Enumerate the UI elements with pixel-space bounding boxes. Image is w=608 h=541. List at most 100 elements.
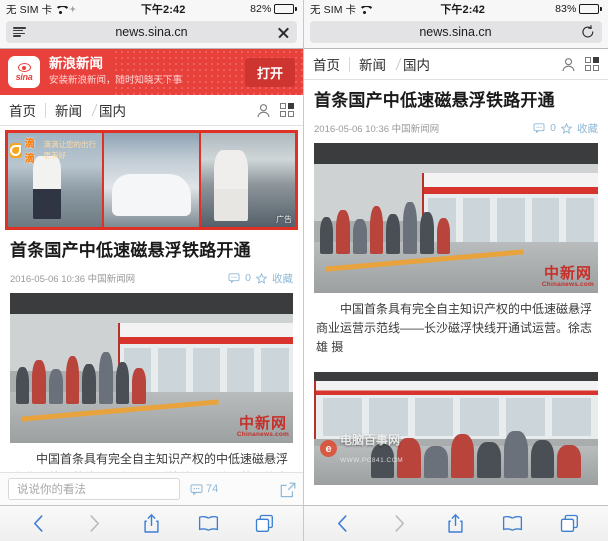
tabs-button[interactable] [252, 512, 278, 536]
url-label[interactable]: news.sina.cn [330, 25, 581, 39]
person-icon[interactable] [561, 57, 576, 72]
star-icon[interactable] [256, 272, 267, 284]
sina-logo-label: sina [15, 71, 33, 82]
forward-button[interactable] [82, 512, 108, 536]
favorite-label[interactable]: 收藏 [272, 271, 293, 286]
refresh-icon[interactable] [581, 25, 595, 39]
comment-bar: 说说你的看法 74 [0, 472, 303, 505]
page-content-right[interactable]: 首条国产中低速磁悬浮铁路开通 2016-05-06 10:36 中国新闻网 0 … [304, 80, 608, 505]
battery-percent-label: 82% [250, 3, 272, 15]
grid-menu-icon[interactable] [585, 57, 599, 71]
back-button[interactable] [25, 512, 51, 536]
app-banner-subtitle: 安装新浪新闻，随时知晓天下事 [49, 74, 183, 86]
wifi-icon [55, 5, 66, 14]
article-header: 首条国产中低速磁悬浮铁路开通 2016-05-06 10:36 中国新闻网 0 … [0, 230, 303, 293]
crowd [319, 194, 451, 254]
address-bar[interactable]: news.sina.cn [6, 21, 297, 43]
article-title: 首条国产中低速磁悬浮铁路开通 [314, 91, 555, 110]
article-title: 首条国产中低速磁悬浮铁路开通 [10, 241, 251, 260]
breadcrumb-news[interactable]: 新闻 [350, 54, 388, 74]
nav-item-home[interactable]: 首页 [9, 100, 45, 120]
crowd [15, 344, 146, 404]
star-icon[interactable] [561, 122, 572, 134]
share-button[interactable] [443, 512, 469, 536]
safari-toolbar [0, 505, 303, 541]
watermark2-sub: WWW.PC841.COM [340, 456, 404, 464]
article-photo-2[interactable]: e 电脑百事网 WWW.PC841.COM [314, 371, 598, 485]
ad-photo-3[interactable]: 广告 [200, 133, 295, 227]
ad-sponsor-label: 滴滴 [24, 139, 35, 165]
forward-button[interactable] [386, 512, 412, 536]
favorite-label[interactable]: 收藏 [577, 121, 598, 136]
breadcrumb-news[interactable]: 新闻 [46, 100, 84, 120]
breadcrumb-domestic[interactable]: 国内 [99, 100, 126, 120]
chevron-right-icon [389, 58, 402, 70]
page-content-left[interactable]: 滴滴 滴滴让您的出行更美好 广告 首条国产中低速磁悬浮铁路开通 2016-05-… [0, 126, 303, 505]
safari-address-area: news.sina.cn [304, 18, 608, 49]
grid-menu-icon[interactable] [280, 103, 294, 117]
article-date-source: 2016-05-06 10:36 中国新闻网 [10, 271, 135, 285]
stop-icon[interactable] [277, 26, 290, 39]
battery-icon [274, 4, 297, 14]
article-date: 2016-05-06 10:36 [314, 124, 390, 136]
ad-photo-2[interactable] [104, 133, 199, 227]
tabs-button[interactable] [557, 512, 583, 536]
battery-percent-label: 83% [555, 3, 577, 15]
back-button[interactable] [329, 512, 355, 536]
article-caption: 中国首条具有完全自主知识产权的中低速磁悬浮商业运营示范线——长沙磁浮快线开通试运… [316, 301, 593, 355]
pc841-badge-icon: e [320, 440, 337, 457]
watermark-main: 中新网 [238, 415, 287, 433]
address-bar[interactable]: news.sina.cn [310, 21, 602, 43]
status-bar: 无 SIM 卡 下午2:42 82% [0, 0, 303, 18]
carrier-label: 无 SIM 卡 [6, 3, 53, 16]
didi-logo-icon [10, 142, 22, 158]
comment-total: 74 [206, 483, 219, 495]
sina-logo-icon: sina [8, 56, 40, 88]
article-meta: 2016-05-06 10:36 中国新闻网 0 收藏 [10, 271, 293, 293]
status-left: 无 SIM 卡 [310, 2, 370, 17]
status-left: 无 SIM 卡 [6, 2, 77, 17]
watermark-main: 中新网 [543, 265, 592, 283]
comment-icon[interactable] [533, 123, 545, 134]
sina-app-banner[interactable]: sina 新浪新闻 安装新浪新闻，随时知晓天下事 打开 [0, 49, 303, 95]
article-photo-1[interactable]: 中新网 Chinanews.com [10, 292, 293, 443]
dual-phone-screenshot: 无 SIM 卡 下午2:42 82% news.sina.cn sina 新浪新… [0, 0, 608, 541]
article-date: 2016-05-06 10:36 [10, 274, 86, 286]
article-actions: 0 收藏 [228, 271, 293, 286]
safari-toolbar [304, 505, 608, 541]
battery-icon [579, 4, 602, 14]
carrier-label: 无 SIM 卡 [310, 3, 357, 16]
clock-label: 下午2:42 [140, 4, 186, 16]
nav-icon-group [256, 103, 294, 118]
comment-input[interactable]: 说说你的看法 [8, 478, 180, 500]
status-bar: 无 SIM 卡 下午2:42 83% [304, 0, 608, 18]
wifi-icon [359, 5, 370, 14]
bookmarks-button[interactable] [500, 512, 526, 536]
nav-item-home[interactable]: 首页 [313, 54, 349, 74]
ad-photo-1[interactable]: 滴滴 滴滴让您的出行更美好 [8, 133, 103, 227]
ad-slogan-label: 滴滴让您的出行更美好 [43, 140, 96, 160]
phone-panel-right: 无 SIM 卡 下午2:42 83% news.sina.cn 首页 新闻 国内… [304, 0, 608, 541]
comment-count: 0 [550, 122, 556, 135]
comment-icon[interactable] [190, 484, 203, 495]
comment-icon[interactable] [228, 273, 240, 284]
url-label[interactable]: news.sina.cn [26, 25, 277, 39]
article-photo-1[interactable]: 中新网 Chinanews.com [314, 142, 598, 293]
clock-label: 下午2:42 [440, 4, 485, 16]
article-date-source: 2016-05-06 10:36 中国新闻网 [314, 121, 439, 135]
article-source: 中国新闻网 [87, 274, 136, 286]
app-banner-text: 新浪新闻 安装新浪新闻，随时知晓天下事 [49, 56, 182, 88]
watermark-sub: Chinanews.com [236, 431, 289, 439]
nav-icon-group [561, 57, 599, 72]
site-nav: 首页 新闻 国内 [304, 49, 608, 80]
location-icon [69, 5, 77, 13]
open-app-button[interactable]: 打开 [244, 57, 295, 87]
bookmarks-button[interactable] [195, 512, 221, 536]
breadcrumb-domestic[interactable]: 国内 [403, 54, 430, 74]
reader-icon[interactable] [13, 27, 26, 37]
external-share-icon[interactable] [280, 482, 296, 497]
person-icon[interactable] [256, 103, 271, 118]
share-button[interactable] [138, 512, 164, 536]
comment-count-group[interactable]: 74 [190, 483, 218, 495]
didi-advertisement[interactable]: 滴滴 滴滴让您的出行更美好 广告 [5, 130, 298, 230]
